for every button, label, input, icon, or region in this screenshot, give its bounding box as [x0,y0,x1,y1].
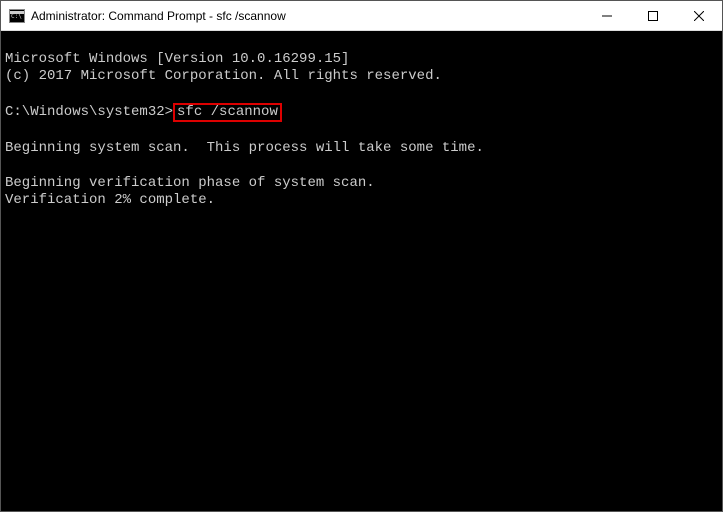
version-line: Microsoft Windows [Version 10.0.16299.15… [5,51,349,67]
close-button[interactable] [676,1,722,30]
close-icon [694,11,704,21]
copyright-line: (c) 2017 Microsoft Corporation. All righ… [5,68,442,84]
window-controls [584,1,722,30]
maximize-icon [648,11,658,21]
progress-msg: Verification 2% complete. [5,192,215,208]
command-text: sfc /scannow [177,104,278,120]
window-titlebar: C:\ Administrator: Command Prompt - sfc … [1,1,722,31]
minimize-button[interactable] [584,1,630,30]
verify-phase-msg: Beginning verification phase of system s… [5,175,375,191]
command-highlight: sfc /scannow [173,103,282,122]
maximize-button[interactable] [630,1,676,30]
terminal-output[interactable]: Microsoft Windows [Version 10.0.16299.15… [1,31,722,511]
app-icon-glyph: C:\ [11,14,22,20]
minimize-icon [602,11,612,21]
prompt-path: C:\Windows\system32> [5,104,173,120]
begin-scan-msg: Beginning system scan. This process will… [5,140,484,156]
window-title: Administrator: Command Prompt - sfc /sca… [31,9,584,23]
app-icon: C:\ [9,9,25,23]
